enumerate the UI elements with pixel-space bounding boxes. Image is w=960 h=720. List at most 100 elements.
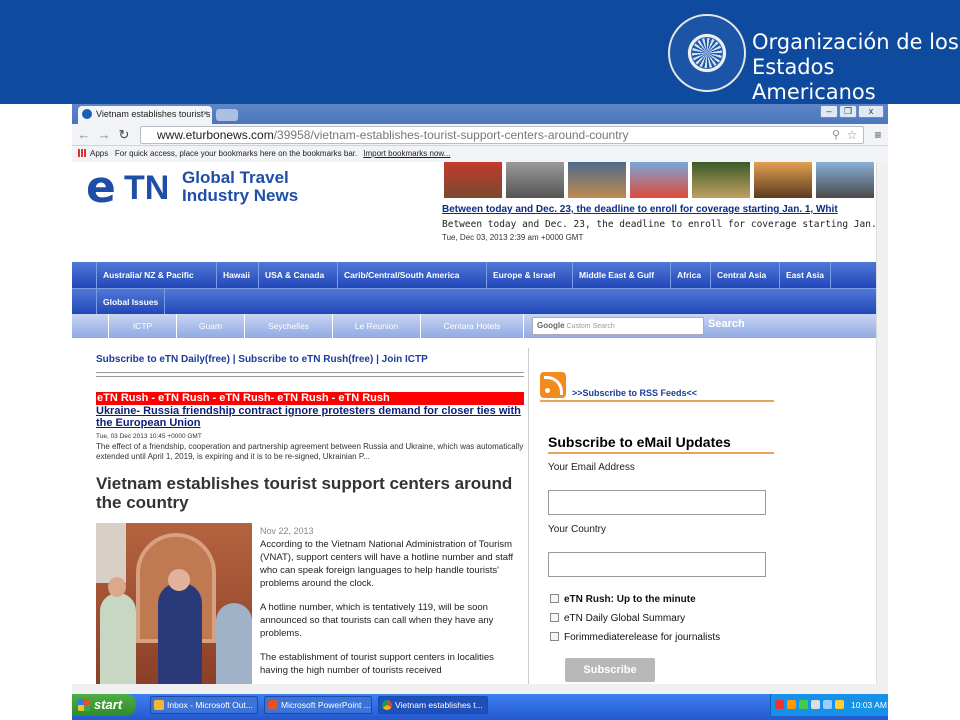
- subnav-ictp[interactable]: ICTP: [108, 314, 176, 338]
- divider: [96, 372, 524, 373]
- logo-tn: TN: [124, 169, 170, 207]
- forward-arrow-icon[interactable]: →: [96, 127, 112, 143]
- country-field[interactable]: [548, 552, 766, 577]
- nav-middle-east[interactable]: Middle East & Gulf: [572, 262, 660, 288]
- outlook-icon: [154, 700, 164, 710]
- new-tab-button[interactable]: [216, 109, 238, 121]
- close-window-button[interactable]: x: [858, 105, 884, 118]
- start-button[interactable]: start: [72, 694, 136, 716]
- nav-usa-canada[interactable]: USA & Canada: [258, 262, 330, 288]
- option-etn-rush[interactable]: eTN Rush: Up to the minute: [550, 594, 696, 605]
- article-paragraph: A hotline number, which is tentatively 1…: [260, 602, 494, 639]
- checkbox[interactable]: [550, 613, 559, 622]
- oas-seal-icon: [668, 14, 746, 92]
- divider: [548, 452, 774, 454]
- nav-hawaii[interactable]: Hawaii: [216, 262, 256, 288]
- header-photo-strip: [444, 162, 876, 200]
- close-tab-icon[interactable]: ×: [203, 108, 208, 118]
- subnav-centara[interactable]: Centara Hotels: [420, 314, 524, 338]
- header-photo[interactable]: [444, 162, 502, 198]
- tray-icon[interactable]: [775, 700, 784, 709]
- nav-global-issues[interactable]: Global Issues: [96, 289, 166, 315]
- apps-grid-icon[interactable]: [78, 149, 86, 157]
- search-placeholder: Custom Search: [566, 323, 615, 330]
- nav-africa[interactable]: Africa: [670, 262, 707, 288]
- bookmarks-hint: For quick access, place your bookmarks h…: [114, 149, 358, 158]
- email-updates-title: Subscribe to eMail Updates: [548, 434, 731, 450]
- maximize-button[interactable]: ❐: [839, 105, 857, 118]
- checkbox[interactable]: [550, 632, 559, 641]
- subnav-guam[interactable]: Guam: [176, 314, 244, 338]
- address-bar[interactable]: www.eturbonews.com/39958/vietnam-establi…: [140, 126, 864, 144]
- menu-icon[interactable]: ≡: [870, 127, 886, 143]
- site-search-input[interactable]: Google Custom Search: [532, 317, 704, 335]
- favicon-icon: [82, 109, 92, 119]
- back-arrow-icon[interactable]: ←: [76, 127, 92, 143]
- top-headline-text: Between today and Dec. 23, the deadline …: [442, 219, 876, 230]
- header-photo[interactable]: [630, 162, 688, 198]
- header-photo[interactable]: [754, 162, 812, 198]
- etn-logo[interactable]: e TN: [86, 166, 169, 210]
- article-photo: [96, 523, 252, 684]
- email-field[interactable]: [548, 490, 766, 515]
- option-etn-daily[interactable]: eTN Daily Global Summary: [550, 613, 685, 624]
- tray-icon[interactable]: [823, 700, 832, 709]
- bookmarks-bar: Apps For quick access, place your bookma…: [72, 146, 888, 162]
- tab-vietnam[interactable]: Vietnam establishes tourist s ×: [78, 106, 212, 124]
- task-powerpoint[interactable]: Microsoft PowerPoint ...: [264, 696, 372, 714]
- header-photo[interactable]: [568, 162, 626, 198]
- reload-icon[interactable]: ↻: [116, 127, 132, 143]
- nav-australia[interactable]: Australia/ NZ & Pacific: [96, 262, 200, 288]
- logo-tagline: Global Travel Industry News: [182, 169, 312, 205]
- vertical-scrollbar[interactable]: [876, 162, 888, 684]
- tray-icon[interactable]: [835, 700, 844, 709]
- site-search-button[interactable]: Search: [708, 318, 745, 330]
- tray-icon[interactable]: [787, 700, 796, 709]
- apps-link[interactable]: Apps: [90, 149, 108, 158]
- subnav-seychelles[interactable]: Seychelles: [244, 314, 332, 338]
- article-paragraph: The establishment of tourist support cen…: [260, 652, 494, 676]
- chrome-icon: [382, 700, 392, 710]
- rush-headline-link[interactable]: Ukraine- Russia friendship contract igno…: [96, 405, 526, 429]
- clock[interactable]: 10:03 AM: [851, 694, 887, 716]
- rush-banner[interactable]: eTN Rush - eTN Rush - eTN Rush- eTN Rush…: [96, 392, 524, 405]
- nav-europe[interactable]: Europe & Israel: [486, 262, 561, 288]
- tray-icon[interactable]: [811, 700, 820, 709]
- nav-east-asia[interactable]: East Asia: [779, 262, 831, 288]
- header-photo[interactable]: [506, 162, 564, 198]
- subscribe-links[interactable]: Subscribe to eTN Daily(free) | Subscribe…: [96, 354, 428, 365]
- url-host: www.eturbonews.com: [157, 128, 274, 142]
- option-journalists[interactable]: Forimmediaterelease for journalists: [550, 632, 720, 643]
- rush-date: Tue, 03 Dec 2013 10:45 +0000 GMT: [96, 433, 202, 440]
- nav-carib[interactable]: Carib/Central/South America: [337, 262, 465, 288]
- subscribe-button[interactable]: Subscribe: [565, 658, 655, 682]
- powerpoint-icon: [268, 700, 278, 710]
- nav-central-asia[interactable]: Central Asia: [710, 262, 772, 288]
- rush-summary: The effect of a friendship, cooperation …: [96, 442, 524, 461]
- header-photo[interactable]: [692, 162, 750, 198]
- rss-subscribe-link[interactable]: >>Subscribe to RSS Feeds<<: [572, 388, 697, 398]
- divider: [96, 376, 524, 377]
- zoom-icon[interactable]: ⚲: [828, 127, 844, 143]
- task-outlook[interactable]: Inbox - Microsoft Out...: [150, 696, 258, 714]
- star-icon[interactable]: ☆: [844, 127, 860, 143]
- column-divider: [528, 348, 529, 684]
- oas-title: Organización de los Estados Americanos: [752, 30, 960, 105]
- article-title: Vietnam establishes tourist support cent…: [96, 474, 513, 512]
- header-photo[interactable]: [816, 162, 874, 198]
- sub-nav: ICTP Guam Seychelles Le Reunion Centara …: [72, 314, 876, 338]
- checkbox[interactable]: [550, 594, 559, 603]
- article-date: Nov 22, 2013: [260, 526, 314, 536]
- system-tray: 10:03 AM: [770, 694, 888, 716]
- browser-window: Vietnam establishes tourist s × – ❐ x ← …: [72, 104, 888, 720]
- rss-icon[interactable]: [540, 372, 566, 398]
- subnav-le-reunion[interactable]: Le Reunion: [332, 314, 420, 338]
- task-chrome[interactable]: Vietnam establishes t...: [378, 696, 488, 714]
- top-headline-link[interactable]: Between today and Dec. 23, the deadline …: [442, 204, 838, 215]
- email-label: Your Email Address: [548, 462, 635, 473]
- google-label: Google: [537, 321, 565, 330]
- horizontal-scrollbar[interactable]: [72, 684, 888, 694]
- minimize-button[interactable]: –: [820, 105, 838, 118]
- import-bookmarks-link[interactable]: Import bookmarks now...: [363, 149, 450, 158]
- tray-icon[interactable]: [799, 700, 808, 709]
